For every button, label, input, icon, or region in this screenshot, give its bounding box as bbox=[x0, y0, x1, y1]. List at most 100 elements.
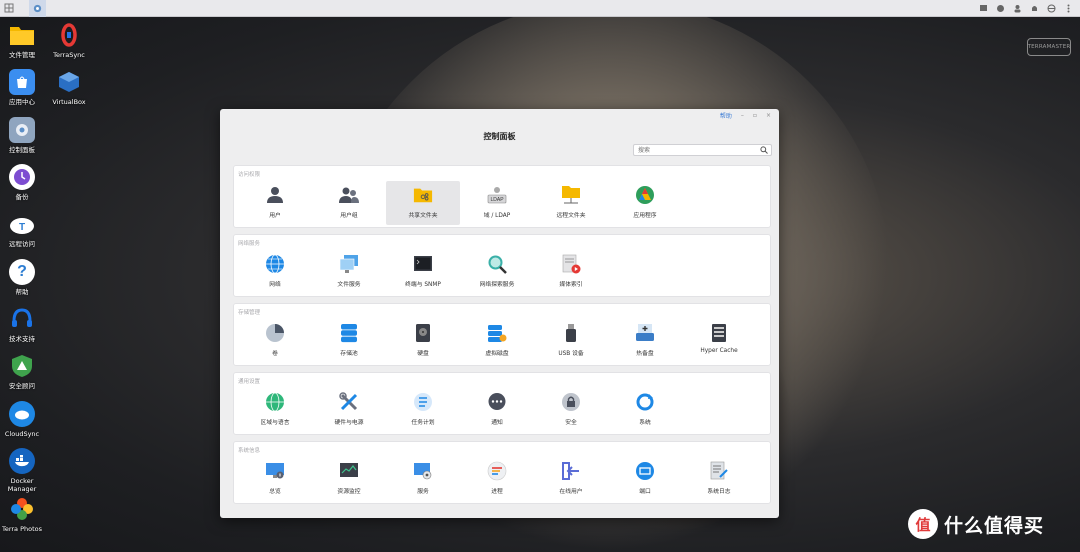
graph-monitor-icon bbox=[339, 461, 359, 481]
usb-icon bbox=[561, 323, 581, 343]
item-system-log[interactable]: 系统日志 bbox=[682, 457, 756, 501]
hard-disk-icon bbox=[413, 323, 433, 343]
terrasync-icon bbox=[56, 22, 82, 48]
magnifier-icon bbox=[487, 254, 507, 274]
bell-icon[interactable] bbox=[1028, 3, 1040, 15]
desktop-icon-control-panel[interactable]: 控制面板 bbox=[0, 117, 44, 154]
section-access: 访问权限 用户 用户组 共享文件夹 LDAP 域 / LDAP 远程文件夹 应用… bbox=[233, 165, 771, 228]
item-process[interactable]: 进程 bbox=[460, 457, 534, 501]
desktop-icon-terrasync[interactable]: TerraSync bbox=[47, 22, 91, 59]
item-security[interactable]: 安全 bbox=[534, 388, 608, 432]
item-network-discovery[interactable]: 网络探索服务 bbox=[460, 250, 534, 294]
desktop-icon-app-center[interactable]: 应用中心 bbox=[0, 69, 44, 106]
search-box[interactable] bbox=[633, 144, 772, 156]
item-port[interactable]: 端口 bbox=[608, 457, 682, 501]
section-title: 访问权限 bbox=[238, 172, 261, 178]
item-shared-folder[interactable]: 共享文件夹 bbox=[386, 181, 460, 225]
gear-icon bbox=[9, 117, 35, 143]
desktop-icon-docker-manager[interactable]: Docker Manager bbox=[0, 448, 44, 493]
ldap-icon: LDAP bbox=[487, 185, 507, 205]
item-virtual-disk[interactable]: 虚拟磁盘 bbox=[460, 319, 534, 363]
user-icon[interactable] bbox=[1011, 3, 1023, 15]
item-task-schedule[interactable]: 任务计划 bbox=[386, 388, 460, 432]
cloud-sync-icon bbox=[9, 401, 35, 427]
window-title: 控制面板 bbox=[483, 132, 516, 141]
question-icon: ? bbox=[9, 259, 35, 285]
section-title: 网络服务 bbox=[238, 241, 261, 247]
item-hot-spare[interactable]: 热备盘 bbox=[608, 319, 682, 363]
section-title: 系统信息 bbox=[238, 448, 261, 454]
item-services[interactable]: 服务 bbox=[386, 457, 460, 501]
item-system[interactable]: 系统 bbox=[608, 388, 682, 432]
watermark: 值 什么值得买 bbox=[908, 509, 1044, 539]
section-network: 网络服务 网络 文件服务 终端与 SNMP 网络探索服务 媒体索引 bbox=[233, 234, 771, 297]
user-icon bbox=[265, 185, 285, 205]
item-overview[interactable]: 总览 bbox=[238, 457, 312, 501]
desktop-icon-virtualbox[interactable]: VirtualBox bbox=[47, 69, 91, 106]
desktop-icon-help[interactable]: ? 帮助 bbox=[0, 259, 44, 296]
monitor-info-icon bbox=[265, 461, 285, 481]
globe-icon bbox=[265, 254, 285, 274]
log-icon bbox=[709, 461, 729, 481]
item-resource-monitor[interactable]: 资源监控 bbox=[312, 457, 386, 501]
message-icon[interactable] bbox=[977, 3, 989, 15]
process-icon bbox=[487, 461, 507, 481]
more-icon[interactable] bbox=[1062, 3, 1074, 15]
desktop-icon-file-manager[interactable]: 文件管理 bbox=[0, 22, 44, 59]
item-file-service[interactable]: 文件服务 bbox=[312, 250, 386, 294]
show-desktop-button[interactable] bbox=[0, 0, 17, 17]
desktop-icon-terra-photos[interactable]: Terra Photos bbox=[0, 496, 44, 533]
section-storage: 存储管理 卷 存储池 硬盘 虚拟磁盘 USB 设备 热备盘 Hyper Cach… bbox=[233, 303, 771, 366]
media-index-icon bbox=[561, 254, 581, 274]
taskbar-control-panel-button[interactable] bbox=[29, 0, 46, 17]
task-list-icon bbox=[413, 392, 433, 412]
item-hard-disk[interactable]: 硬盘 bbox=[386, 319, 460, 363]
maximize-button[interactable]: ▫ bbox=[753, 112, 757, 119]
help-link[interactable]: 帮助 bbox=[720, 111, 732, 120]
item-network[interactable]: 网络 bbox=[238, 250, 312, 294]
item-terminal-snmp[interactable]: 终端与 SNMP bbox=[386, 250, 460, 294]
search-input[interactable] bbox=[638, 145, 756, 155]
shield-icon bbox=[9, 353, 35, 379]
desktop-icon-remote-access[interactable]: T 远程访问 bbox=[0, 211, 44, 248]
lock-icon bbox=[561, 392, 581, 412]
item-domain-ldap[interactable]: LDAP 域 / LDAP bbox=[460, 181, 534, 225]
chat-bubble-icon bbox=[487, 392, 507, 412]
item-online-users[interactable]: 在线用户 bbox=[534, 457, 608, 501]
login-arrow-icon bbox=[561, 461, 581, 481]
item-user-group[interactable]: 用户组 bbox=[312, 181, 386, 225]
app-icon bbox=[635, 185, 655, 205]
item-volume[interactable]: 卷 bbox=[238, 319, 312, 363]
virtualbox-icon bbox=[56, 69, 82, 95]
photos-icon bbox=[9, 496, 35, 522]
search-icon[interactable] bbox=[760, 146, 768, 158]
section-general-settings: 通用设置 区域与语言 硬件与电源 任务计划 通知 安全 系统 bbox=[233, 372, 771, 435]
desktop-icon-cloudsync[interactable]: CloudSync bbox=[0, 401, 44, 438]
section-system-info: 系统信息 总览 资源监控 服务 进程 在线用户 端口 系统日志 bbox=[233, 441, 771, 504]
service-monitor-icon bbox=[413, 461, 433, 481]
item-usb-device[interactable]: USB 设备 bbox=[534, 319, 608, 363]
section-title: 存储管理 bbox=[238, 310, 261, 316]
desktop-icon-tech-support[interactable]: 技术支持 bbox=[0, 306, 44, 343]
remote-folder-icon bbox=[561, 185, 581, 205]
clock-icon bbox=[9, 164, 35, 190]
desktop-icon-backup[interactable]: 备份 bbox=[0, 164, 44, 201]
globe-icon[interactable] bbox=[1045, 3, 1057, 15]
item-applications[interactable]: 应用程序 bbox=[608, 181, 682, 225]
item-region-language[interactable]: 区域与语言 bbox=[238, 388, 312, 432]
desktop-icon-security-advisor[interactable]: 安全顾问 bbox=[0, 353, 44, 390]
folder-icon bbox=[9, 22, 35, 48]
item-hardware-power[interactable]: 硬件与电源 bbox=[312, 388, 386, 432]
item-hyper-cache[interactable]: Hyper Cache bbox=[682, 319, 756, 363]
database-icon bbox=[339, 323, 359, 343]
item-user[interactable]: 用户 bbox=[238, 181, 312, 225]
chat-icon[interactable] bbox=[994, 3, 1006, 15]
close-button[interactable]: × bbox=[766, 112, 771, 119]
tools-icon bbox=[339, 392, 359, 412]
item-notification[interactable]: 通知 bbox=[460, 388, 534, 432]
item-storage-pool[interactable]: 存储池 bbox=[312, 319, 386, 363]
svg-text:T: T bbox=[19, 222, 25, 233]
minimize-button[interactable]: – bbox=[741, 112, 744, 119]
item-remote-folder[interactable]: 远程文件夹 bbox=[534, 181, 608, 225]
item-media-index[interactable]: 媒体索引 bbox=[534, 250, 608, 294]
